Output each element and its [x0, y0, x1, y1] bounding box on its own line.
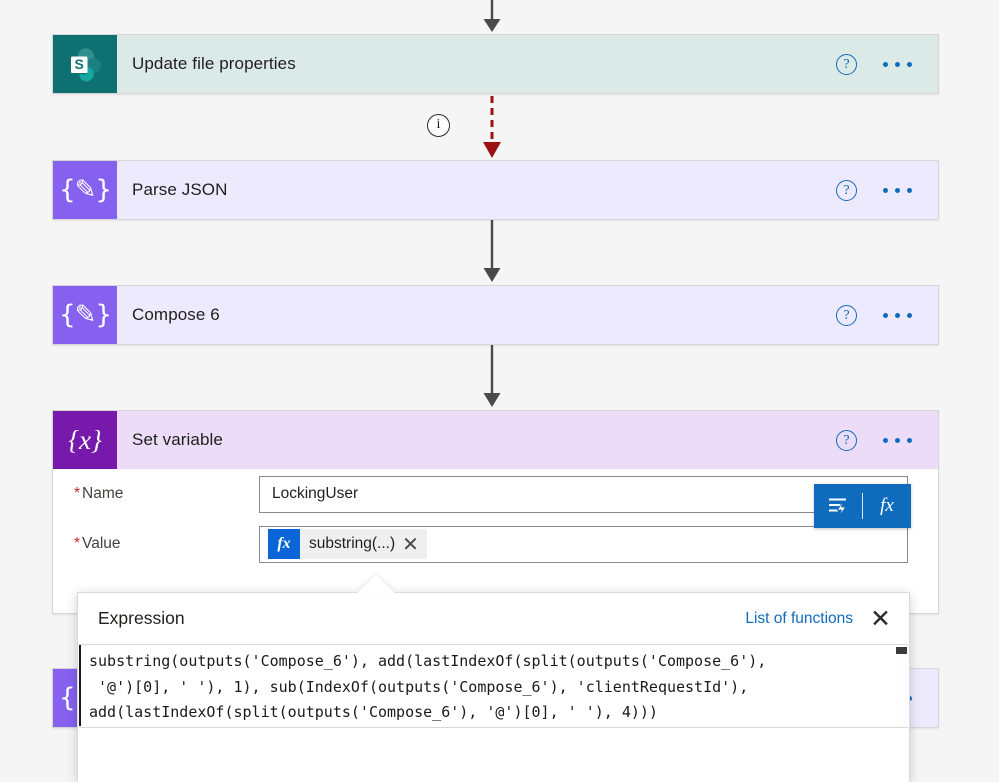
fx-button[interactable]: fx — [863, 484, 911, 528]
required-marker: * — [74, 535, 81, 552]
connector-error — [481, 96, 503, 160]
help-icon[interactable]: ? — [836, 179, 857, 201]
card-title: Parse JSON — [132, 180, 228, 199]
card-actions: ? — [836, 53, 938, 75]
svg-text:S: S — [75, 56, 84, 72]
connector-parse-to-compose — [481, 220, 503, 284]
remove-token-icon[interactable]: ✕ — [402, 532, 427, 556]
action-card-compose-6[interactable]: {✎} Compose 6 ? — [52, 285, 939, 345]
fx-glyph: fx — [880, 495, 894, 516]
connector-compose-to-setvar — [481, 345, 503, 409]
info-icon[interactable]: i — [427, 114, 450, 137]
value-input[interactable]: fx substring(...) ✕ — [259, 525, 908, 563]
card-header[interactable]: {✎} Parse JSON ? — [53, 161, 938, 219]
connector-top — [481, 0, 503, 34]
action-card-update-file-properties[interactable]: S Update file properties ? — [52, 34, 939, 94]
sharepoint-icon: S — [53, 35, 117, 93]
close-icon[interactable]: ✕ — [870, 606, 891, 631]
value-field-label: * Value — [74, 535, 259, 553]
action-card-set-variable[interactable]: {x} Set variable ? * Name LockingUser * Va… — [52, 410, 939, 614]
more-menu-icon[interactable] — [883, 61, 912, 67]
more-menu-icon[interactable] — [883, 312, 912, 318]
list-of-functions-link[interactable]: List of functions — [745, 610, 853, 628]
callout-pointer — [357, 575, 395, 593]
card-header[interactable]: S Update file properties ? — [53, 35, 938, 93]
card-actions: ? — [836, 429, 938, 451]
action-card-parse-json[interactable]: {✎} Parse JSON ? — [52, 160, 939, 220]
card-actions: ? — [836, 304, 938, 326]
variable-braces-icon: {x} — [53, 411, 117, 469]
expression-token-chip[interactable]: fx substring(...) ✕ — [268, 529, 427, 559]
help-icon[interactable]: ? — [836, 304, 857, 326]
name-input[interactable]: LockingUser — [259, 475, 908, 513]
expression-scrollbar[interactable] — [895, 645, 908, 727]
expression-scrollbar-thumb[interactable] — [896, 647, 907, 654]
flow-designer-canvas: S Update file properties ? i {✎} Parse J… — [0, 0, 999, 782]
card-title: Set variable — [132, 430, 223, 449]
name-label-text: Name — [82, 485, 124, 502]
token-label: substring(...) — [309, 535, 396, 552]
compose-braces-icon: {✎} — [53, 161, 117, 219]
expression-header: Expression List of functions ✕ — [78, 593, 909, 644]
required-marker: * — [74, 485, 81, 502]
more-menu-icon[interactable] — [883, 437, 912, 443]
more-menu-icon[interactable] — [883, 187, 912, 193]
compose-braces-icon: {✎} — [53, 286, 117, 344]
help-icon[interactable]: ? — [836, 429, 857, 451]
card-header[interactable]: {✎} Compose 6 ? — [53, 286, 938, 344]
name-field-label: * Name — [74, 485, 259, 503]
fx-icon: fx — [268, 529, 300, 559]
card-title: Update file properties — [132, 54, 296, 73]
toolbar-divider — [862, 493, 863, 519]
dynamic-content-icon[interactable] — [814, 484, 862, 528]
expression-title: Expression — [98, 608, 185, 628]
card-title: Compose 6 — [132, 305, 220, 324]
expression-toolbar: fx — [814, 484, 911, 528]
expression-editor[interactable]: substring(outputs('Compose_6'), add(last… — [79, 644, 908, 728]
name-field-row: * Name LockingUser — [53, 469, 938, 519]
expression-text[interactable]: substring(outputs('Compose_6'), add(last… — [79, 645, 908, 726]
value-field-row: * Value fx substring(...) ✕ — [53, 519, 938, 569]
card-header[interactable]: {x} Set variable ? — [53, 411, 938, 469]
help-icon[interactable]: ? — [836, 53, 857, 75]
card-actions: ? — [836, 179, 938, 201]
value-label-text: Value — [82, 535, 121, 552]
expression-callout: Expression List of functions ✕ substring… — [77, 592, 910, 782]
